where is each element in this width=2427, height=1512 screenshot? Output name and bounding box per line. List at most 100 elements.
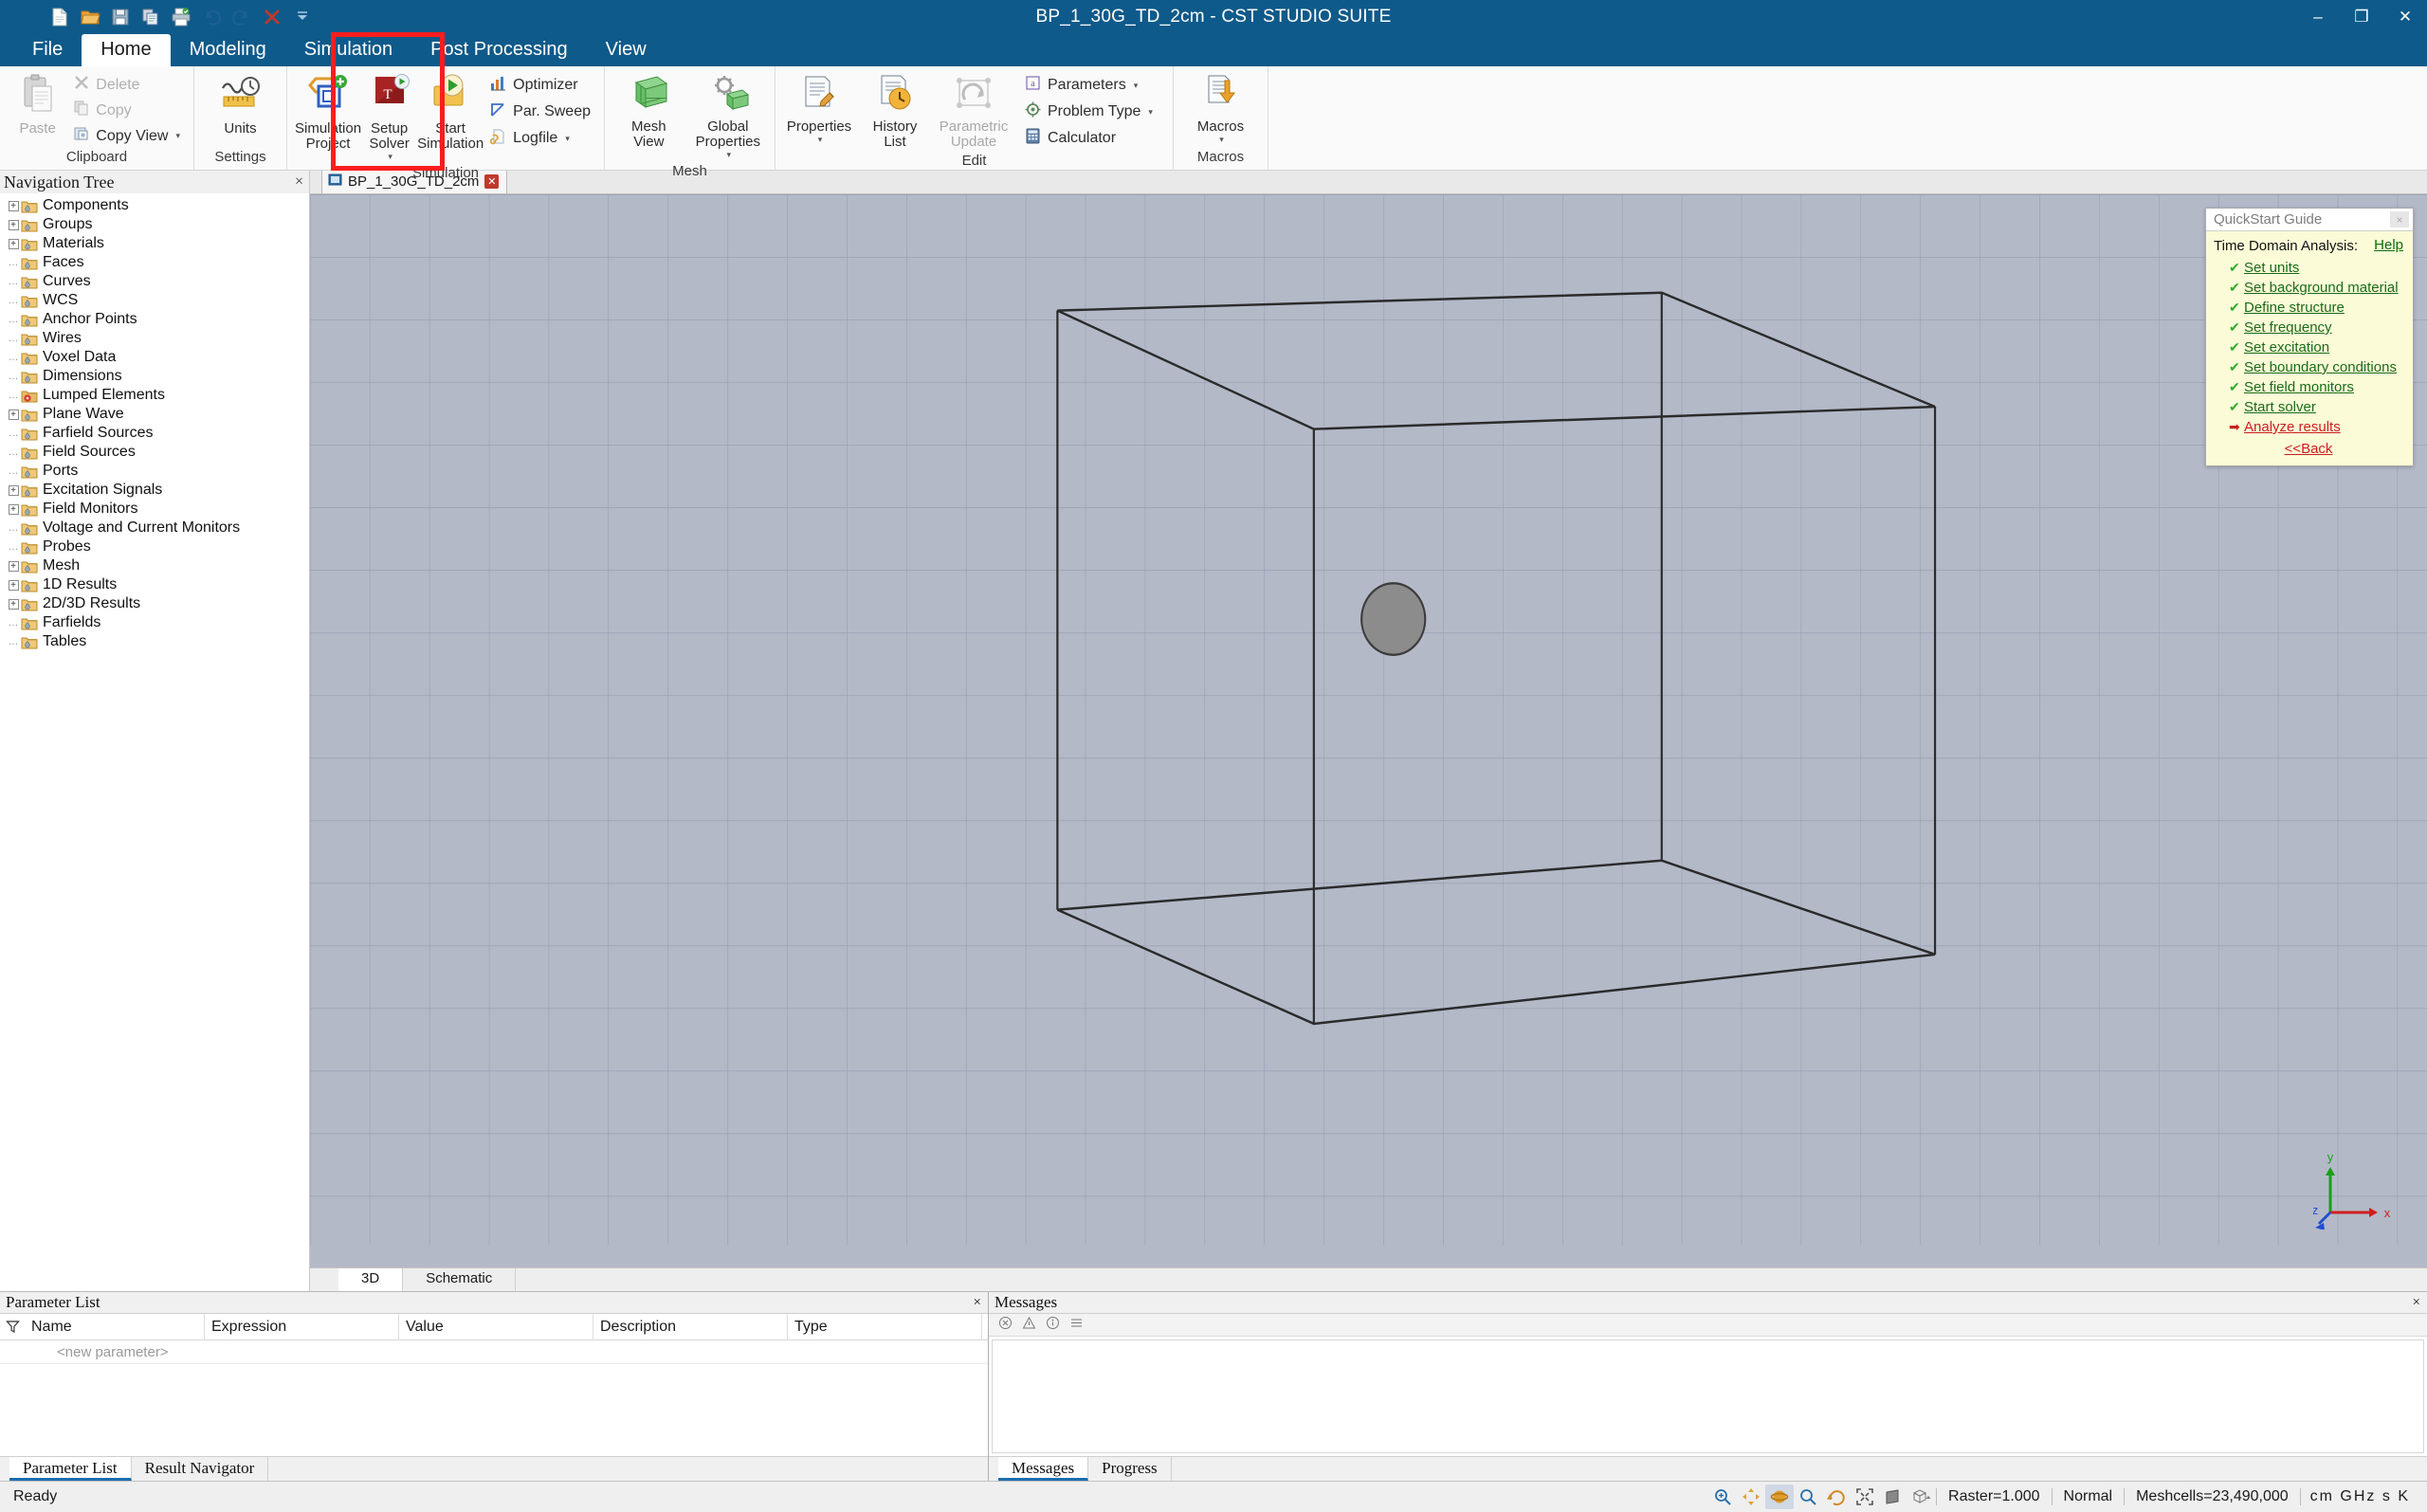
properties-button[interactable]: Properties ▾ [781, 70, 857, 148]
nav-tree-item[interactable]: + Materials [0, 234, 309, 253]
tab-progress[interactable]: Progress [1088, 1457, 1172, 1481]
column-header-description[interactable]: Description [593, 1314, 788, 1340]
tab-home[interactable]: Home [82, 34, 170, 66]
tab-post-processing[interactable]: Post Processing [411, 34, 587, 66]
expand-toggle-icon[interactable]: + [6, 217, 21, 232]
save-icon[interactable] [108, 5, 133, 29]
quickstart-step-link[interactable]: Set excitation [2244, 339, 2329, 355]
viewport-3d[interactable]: QuickStart Guide × Help Time Domain Anal… [310, 194, 2427, 1267]
start-simulation-button[interactable]: Start Simulation [415, 70, 485, 155]
nav-tree-item[interactable]: + Field Monitors [0, 500, 309, 519]
parameters-button[interactable]: a Parameters ▾ [1020, 72, 1160, 99]
list-icon[interactable] [1069, 1316, 1084, 1335]
expand-toggle-icon[interactable]: + [6, 596, 21, 611]
nav-tree-item[interactable]: … Anchor Points [0, 310, 309, 329]
nav-tree-item[interactable]: … Dimensions [0, 367, 309, 386]
messages-content[interactable] [992, 1339, 2424, 1453]
parameter-new-row[interactable]: <new parameter> [0, 1340, 988, 1364]
expand-toggle-icon[interactable]: + [6, 407, 21, 422]
column-header-expression[interactable]: Expression [205, 1314, 399, 1340]
close-button[interactable]: ✕ [2383, 0, 2427, 34]
error-icon[interactable] [998, 1316, 1013, 1335]
setup-solver-caret-icon[interactable]: ▾ [388, 152, 392, 162]
optimizer-button[interactable]: Optimizer [485, 72, 598, 99]
quickstart-step[interactable]: ✔Set excitation [2214, 337, 2403, 357]
mesh-view-button[interactable]: Mesh View [611, 70, 687, 153]
warning-icon[interactable] [1022, 1316, 1036, 1335]
copy-view-button[interactable]: Copy View ▾ [69, 123, 188, 149]
customize-icon[interactable] [290, 5, 315, 29]
quickstart-step-link[interactable]: Set background material [2244, 280, 2399, 296]
expand-toggle-icon[interactable]: + [6, 198, 21, 213]
nav-tree-item[interactable]: … Field Sources [0, 443, 309, 462]
copy-view-caret-icon[interactable]: ▾ [175, 131, 180, 141]
problem-type-button[interactable]: Problem Type ▾ [1020, 99, 1160, 125]
nav-tree-item[interactable]: … Tables [0, 632, 309, 651]
undo-icon[interactable] [199, 5, 224, 29]
delete-button[interactable]: Delete [69, 72, 188, 98]
expand-toggle-icon[interactable]: + [6, 558, 21, 574]
units-button[interactable]: Units [204, 70, 278, 139]
minimize-button[interactable]: – [2296, 0, 2340, 34]
logfile-button[interactable]: Logfile ▾ [485, 125, 598, 152]
print-icon[interactable] [169, 5, 193, 29]
perspective-icon[interactable] [1879, 1485, 1907, 1509]
tab-3d[interactable]: 3D [338, 1268, 403, 1291]
column-header-name[interactable]: Name [25, 1314, 205, 1340]
redo-icon[interactable] [229, 5, 254, 29]
nav-tree-item[interactable]: + Groups [0, 215, 309, 234]
nav-tree-item[interactable]: + Plane Wave [0, 405, 309, 424]
rotate-icon[interactable] [1765, 1485, 1794, 1509]
column-header-type[interactable]: Type [788, 1314, 982, 1340]
tab-view[interactable]: View [587, 34, 666, 66]
nav-tree-item[interactable]: + Components [0, 196, 309, 215]
nav-tree-item[interactable]: … Lumped Elements [0, 386, 309, 405]
setup-solver-button[interactable]: T Setup Solver ▾ [363, 70, 415, 165]
tab-modeling[interactable]: Modeling [171, 34, 285, 66]
delete-icon[interactable] [260, 5, 284, 29]
quickstart-step[interactable]: ✔Set frequency [2214, 318, 2403, 337]
quickstart-step[interactable]: ✔Set boundary conditions [2214, 357, 2403, 377]
maximize-button[interactable]: ❐ [2340, 0, 2383, 34]
calculator-button[interactable]: Calculator [1020, 125, 1160, 152]
tab-messages[interactable]: Messages [998, 1457, 1088, 1481]
tab-result-navigator[interactable]: Result Navigator [132, 1457, 269, 1481]
parameter-list-close-icon[interactable]: × [974, 1295, 981, 1311]
quickstart-step[interactable]: ✔Define structure [2214, 298, 2403, 318]
nav-tree-item[interactable]: + Mesh [0, 556, 309, 575]
quickstart-step-link[interactable]: Set boundary conditions [2244, 359, 2397, 375]
quickstart-close-icon[interactable]: × [2390, 211, 2409, 228]
quickstart-back-link[interactable]: <<Back [2285, 441, 2333, 457]
simulation-project-button[interactable]: Simulation Project [293, 70, 363, 155]
open-icon[interactable] [78, 5, 102, 29]
quickstart-step[interactable]: ✔Set field monitors [2214, 377, 2403, 397]
tab-parameter-list[interactable]: Parameter List [9, 1457, 132, 1481]
quickstart-step[interactable]: ✔Set units [2214, 258, 2403, 278]
quickstart-step[interactable]: ➡Analyze results [2214, 417, 2403, 437]
filter-icon[interactable] [0, 1320, 25, 1334]
parametric-update-button[interactable]: Parametric Update [933, 70, 1014, 153]
nav-tree-item[interactable]: … Wires [0, 329, 309, 348]
nav-tree-item[interactable]: … Farfield Sources [0, 424, 309, 443]
par-sweep-button[interactable]: Par. Sweep [485, 99, 598, 125]
macros-button[interactable]: Macros ▾ [1184, 70, 1258, 148]
zoom-icon[interactable] [1708, 1485, 1737, 1509]
new-icon[interactable] [47, 5, 72, 29]
zoom-select-icon[interactable] [1794, 1485, 1822, 1509]
paste-button[interactable]: Paste [6, 70, 69, 139]
quickstart-step-link[interactable]: Start solver [2244, 399, 2316, 415]
history-list-button[interactable]: History List [857, 70, 933, 153]
quickstart-help-link[interactable]: Help [2374, 237, 2403, 253]
nav-tree-item[interactable]: + Excitation Signals [0, 481, 309, 500]
nav-tree-item[interactable]: … WCS [0, 291, 309, 310]
view-cube-icon[interactable] [1907, 1485, 1936, 1509]
copy-icon[interactable] [138, 5, 163, 29]
info-icon[interactable] [1046, 1316, 1060, 1335]
expand-toggle-icon[interactable]: + [6, 236, 21, 251]
nav-tree-item[interactable]: … Voltage and Current Monitors [0, 519, 309, 537]
messages-close-icon[interactable]: × [2413, 1295, 2420, 1311]
quickstart-step-link[interactable]: Define structure [2244, 300, 2345, 316]
nav-tree-item[interactable]: + 2D/3D Results [0, 594, 309, 613]
macros-caret-icon[interactable]: ▾ [1219, 135, 1224, 145]
quickstart-step-link[interactable]: Set frequency [2244, 319, 2332, 336]
